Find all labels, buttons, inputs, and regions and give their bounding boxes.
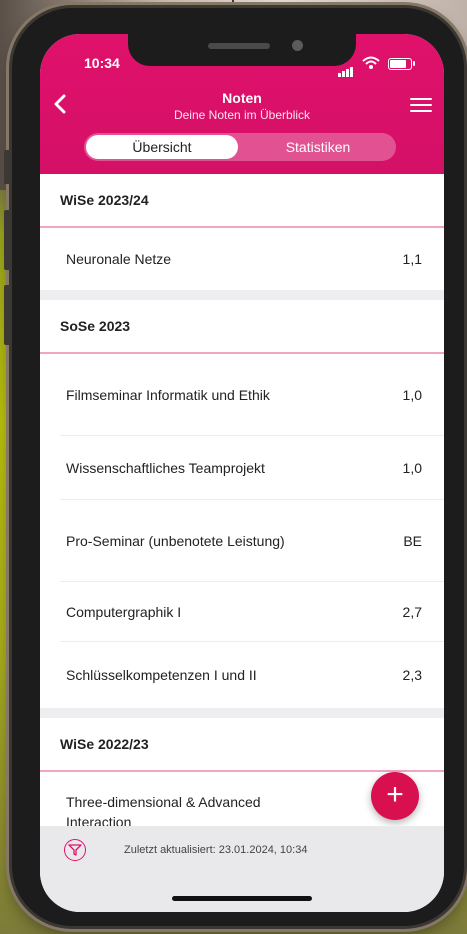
- segmented-control: Übersicht Statistiken: [84, 133, 396, 161]
- course-row[interactable]: Computergraphik I 2,7: [40, 582, 444, 642]
- filter-icon: [68, 844, 82, 856]
- course-row[interactable]: Pro-Seminar (unbenotete Leistung) BE: [40, 500, 444, 582]
- home-indicator: [172, 896, 312, 901]
- filter-button[interactable]: [64, 839, 86, 861]
- battery-icon: [388, 58, 412, 70]
- hamburger-menu-icon: [410, 98, 432, 100]
- course-grade: 1,0: [402, 460, 422, 476]
- course-name: Pro-Seminar (unbenotete Leistung): [66, 533, 285, 549]
- course-name: Computergraphik I: [66, 604, 182, 620]
- tab-uebersicht[interactable]: Übersicht: [86, 135, 238, 159]
- course-grade: 2,7: [402, 604, 422, 620]
- semester-heading: WiSe 2023/24: [40, 174, 444, 228]
- course-grade: BE: [403, 533, 422, 549]
- speaker-grille: [208, 43, 270, 49]
- hamburger-menu-button[interactable]: [410, 98, 432, 116]
- course-name: Schlüsselkompetenzen I und II: [66, 667, 257, 683]
- phone-volume-down: [4, 285, 12, 345]
- battery-tip: [413, 61, 415, 66]
- course-grade: 2,3: [402, 667, 422, 683]
- course-row[interactable]: Neuronale Netze 1,1: [40, 228, 444, 290]
- grades-list: WiSe 2023/24 Neuronale Netze 1,1 SoSe 20…: [40, 174, 444, 862]
- semester-heading: WiSe 2022/23: [40, 718, 444, 772]
- semester-heading: SoSe 2023: [40, 300, 444, 354]
- status-time: 10:34: [84, 55, 120, 71]
- app-screen: 10:34 Noten Deine Noten im Überblick Übe…: [40, 34, 444, 912]
- course-grade: 1,1: [402, 251, 422, 267]
- wifi-icon: [362, 56, 380, 75]
- add-grade-button[interactable]: +: [371, 772, 419, 820]
- front-camera: [292, 40, 303, 51]
- app-header: 10:34 Noten Deine Noten im Überblick Übe…: [40, 34, 444, 174]
- course-name: Wissenschaftliches Teamprojekt: [66, 460, 265, 476]
- semester-section: SoSe 2023 Filmseminar Informatik und Eth…: [40, 300, 444, 708]
- course-name: Filmseminar Informatik und Ethik: [66, 387, 270, 403]
- phone-mute-switch: [4, 150, 12, 184]
- cellular-signal-icon: [338, 59, 354, 77]
- course-grade: 1,0: [402, 387, 422, 403]
- phone-volume-up: [4, 210, 12, 270]
- last-updated-text: Zuletzt aktualisiert: 23.01.2024, 10:34: [124, 844, 308, 856]
- page-subtitle: Deine Noten im Überblick: [173, 108, 311, 122]
- phone-notch: [128, 34, 356, 66]
- tab-statistiken[interactable]: Statistiken: [240, 133, 396, 161]
- semester-section: WiSe 2023/24 Neuronale Netze 1,1: [40, 174, 444, 290]
- course-row[interactable]: Schlüsselkompetenzen I und II 2,3: [40, 642, 444, 708]
- course-row[interactable]: Filmseminar Informatik und Ethik 1,0: [40, 354, 444, 436]
- course-row[interactable]: Wissenschaftliches Teamprojekt 1,0: [40, 436, 444, 500]
- page-title: Noten: [222, 90, 262, 106]
- course-name: Neuronale Netze: [66, 251, 172, 267]
